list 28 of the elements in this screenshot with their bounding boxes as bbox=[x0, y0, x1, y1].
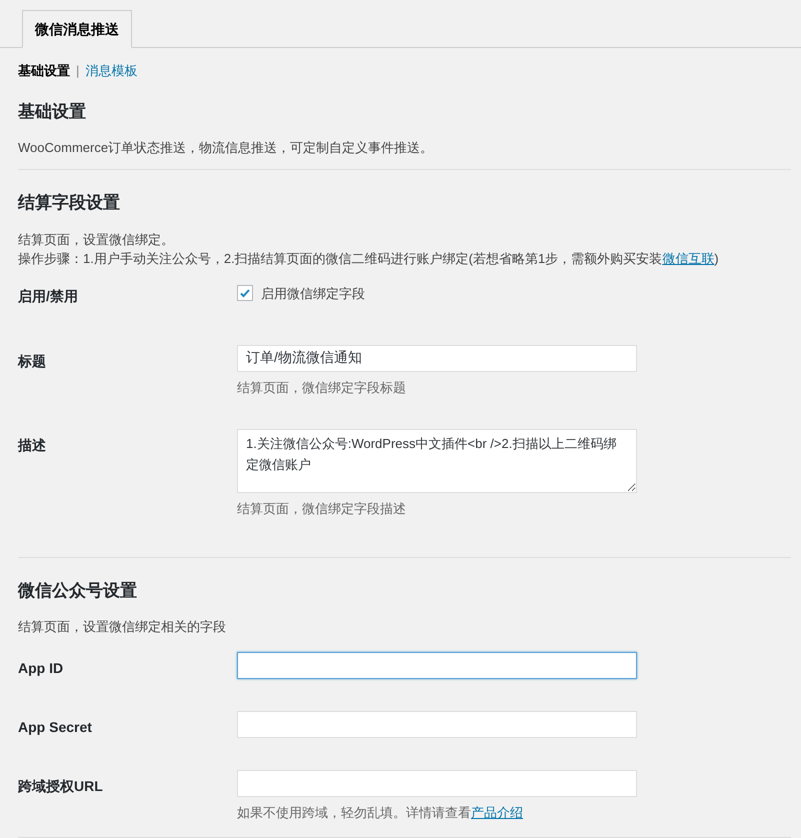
link[interactable]: 微信互联 bbox=[662, 250, 714, 266]
section-title: 微信公众号设置 bbox=[18, 580, 138, 602]
description-text: 结算页面，设置微信绑定相关的字段 bbox=[18, 618, 227, 636]
description-text: 结算页面，微信绑定字段描述 bbox=[237, 500, 407, 518]
field-label: App Secret bbox=[18, 718, 93, 737]
check-icon bbox=[239, 287, 251, 300]
field-label: App ID bbox=[18, 659, 64, 678]
textarea-field[interactable]: 1.关注微信公众号:WordPress中文插件<br />2.扫描以上二维码绑定微信账户 bbox=[237, 429, 637, 493]
field-label: 启用/禁用 bbox=[18, 286, 79, 306]
description-text: 结算页面，微信绑定字段标题 bbox=[237, 378, 407, 396]
section-title: 结算字段设置 bbox=[18, 192, 121, 214]
description-text: 如果不使用跨域，轻勿乱填。详情请查看产品介绍 bbox=[237, 804, 524, 822]
link[interactable]: 产品介绍 bbox=[471, 805, 523, 820]
description-text: 操作步骤：1.用户手动关注公众号，2.扫描结算页面的微信二维码进行账户绑定(若想省略第1步，需额外购买安装微信互联) bbox=[18, 250, 720, 268]
separator: | bbox=[76, 62, 80, 80]
section-title: 基础设置 bbox=[18, 100, 87, 122]
field-label: 描述 bbox=[18, 436, 47, 455]
input-field[interactable] bbox=[237, 652, 637, 679]
description-text: WooCommerce订单状态推送，物流信息推送，可定制自定义事件推送。 bbox=[18, 139, 434, 157]
tab[interactable]: 微信消息推送 bbox=[22, 10, 132, 48]
checkbox-label: 启用微信绑定字段 bbox=[261, 284, 365, 302]
field-label: 跨域授权URL bbox=[18, 777, 104, 796]
description-text: 结算页面，设置微信绑定。 bbox=[18, 230, 175, 248]
subnav-link[interactable]: 基础设置 bbox=[18, 61, 70, 80]
input-field[interactable]: 订单/物流微信通知 bbox=[237, 344, 637, 372]
field-label: 标题 bbox=[18, 352, 47, 370]
checkbox[interactable] bbox=[237, 285, 253, 302]
subnav-link[interactable]: 消息模板 bbox=[85, 61, 138, 80]
